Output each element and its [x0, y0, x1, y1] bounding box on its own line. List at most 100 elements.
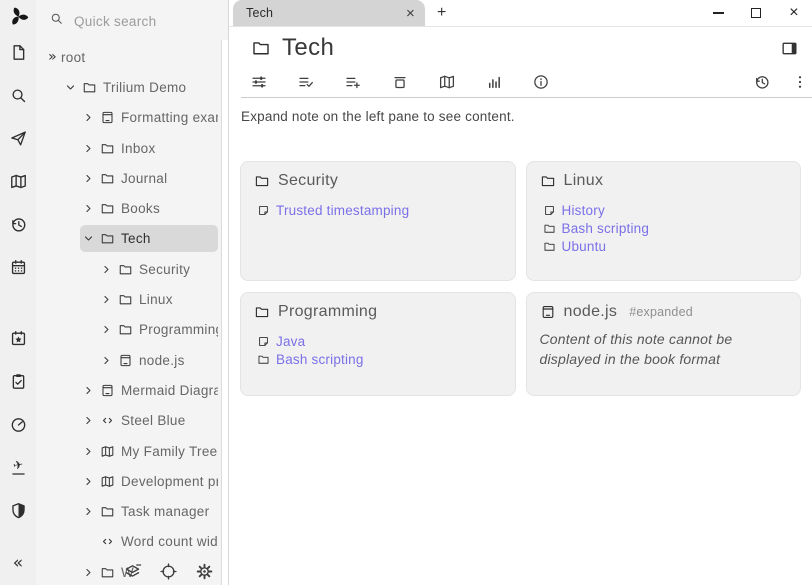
note-link-java[interactable]: Java [257, 334, 502, 349]
basic-properties-icon [250, 78, 268, 95]
maximize-button[interactable] [749, 6, 763, 20]
protected-session-button[interactable] [5, 500, 31, 526]
jump-to-note-button[interactable] [5, 128, 31, 154]
task-list-button[interactable] [5, 371, 31, 397]
similar-notes-button[interactable] [485, 73, 503, 91]
chevron-right-icon[interactable] [80, 473, 97, 490]
recent-changes-button[interactable] [5, 214, 31, 240]
tab-title: Tech [246, 6, 273, 20]
calendar-button[interactable] [5, 257, 31, 283]
trilium-logo[interactable] [5, 6, 31, 32]
note-revisions-button[interactable] [753, 73, 771, 91]
note-link-history[interactable]: History [543, 203, 788, 218]
chevron-right-icon[interactable] [80, 382, 97, 399]
tree-item-trilium-demo[interactable]: Trilium Demo [36, 72, 221, 102]
chevron-right-icon[interactable] [80, 170, 97, 187]
send-icon [9, 129, 28, 153]
note-map-button[interactable] [438, 73, 456, 91]
chevron-right-icon[interactable] [80, 412, 97, 429]
chevron-down-icon[interactable] [62, 79, 79, 96]
tree-item-word-count-widget[interactable]: Word count widget [36, 527, 221, 557]
inherited-attributes-button[interactable] [344, 73, 362, 91]
tree-item-linux[interactable]: Linux [36, 284, 221, 314]
quick-search-input[interactable] [74, 14, 202, 29]
chevron-right-icon[interactable] [98, 321, 115, 338]
card-title-link[interactable]: node.js [564, 303, 618, 321]
minimize-button[interactable] [711, 6, 725, 20]
folder-icon [543, 240, 556, 253]
right-pane-toggle-icon[interactable] [780, 39, 799, 58]
card-header: Linux [540, 172, 788, 190]
tab-close-icon[interactable]: × [406, 6, 415, 21]
today-journal-button[interactable] [5, 328, 31, 354]
code-icon [100, 413, 115, 428]
expanded-badge: #expanded [629, 305, 693, 319]
tree-item-formatting-examples[interactable]: Formatting examples [36, 103, 221, 133]
tree-item-task-manager[interactable]: Task manager [36, 496, 221, 526]
tree-item-node-js[interactable]: node.js [36, 345, 221, 375]
chevron-right-icon[interactable] [98, 352, 115, 369]
chevron-down-icon[interactable] [80, 230, 97, 247]
tab-tech[interactable]: Tech × [233, 0, 425, 26]
folder-icon [82, 80, 97, 95]
note-link-trusted-timestamping[interactable]: Trusted timestamping [257, 203, 502, 218]
tree-item-security[interactable]: Security [36, 254, 221, 284]
tree-item-my-family-tree[interactable]: My Family Tree [36, 436, 221, 466]
map-icon [9, 172, 28, 196]
folder-icon [543, 222, 556, 235]
chevron-right-icon[interactable] [80, 443, 97, 460]
collapse-sidebar-button[interactable]: « [5, 551, 31, 577]
note-info-button[interactable] [532, 73, 550, 91]
note-icon [257, 204, 270, 217]
chevron-right-icon[interactable] [98, 261, 115, 278]
card-header: Security [254, 172, 502, 190]
chevron-right-icon[interactable] [80, 140, 97, 157]
gear-icon [195, 568, 214, 585]
tree-item-books[interactable]: Books [36, 193, 221, 223]
tree-scrollbar[interactable] [221, 40, 228, 585]
tree-row-highlight: Formatting examples [80, 104, 218, 131]
basic-properties-button[interactable] [250, 73, 268, 91]
tree-item-programming[interactable]: Programming [36, 315, 221, 345]
tree-item-journal[interactable]: Journal [36, 163, 221, 193]
owned-attributes-button[interactable] [297, 73, 315, 91]
tree-item-inbox[interactable]: Inbox [36, 133, 221, 163]
chevron-right-icon[interactable] [80, 503, 97, 520]
scroll-to-active-note-button[interactable] [159, 562, 178, 581]
chevron-right-icon[interactable] [80, 564, 97, 581]
search-button[interactable] [5, 85, 31, 111]
note-link-bash-scripting[interactable]: Bash scripting [543, 221, 788, 236]
card-title-link[interactable]: Programming [278, 303, 377, 321]
new-note-button[interactable] [5, 42, 31, 68]
note-link-bash-scripting[interactable]: Bash scripting [257, 352, 502, 367]
card-title-link[interactable]: Security [278, 172, 338, 190]
new-tab-button[interactable]: + [437, 5, 447, 21]
book-properties-button[interactable] [391, 73, 409, 91]
chevron-right-icon[interactable] [80, 200, 97, 217]
tree-item-steel-blue[interactable]: Steel Blue [36, 406, 221, 436]
note-link-ubuntu[interactable]: Ubuntu [543, 239, 788, 254]
tree-item-tech[interactable]: Tech [36, 224, 221, 254]
tree-row-highlight: Programming [98, 316, 218, 343]
card-title-link[interactable]: Linux [564, 172, 604, 190]
close-button[interactable]: × [787, 6, 801, 20]
tree-settings-button[interactable] [195, 562, 214, 581]
folder-icon [251, 38, 271, 58]
note-map-button[interactable] [5, 171, 31, 197]
chevrons-right-icon[interactable]: » [44, 49, 61, 66]
chevron-right-icon[interactable] [98, 291, 115, 308]
tree-item-root[interactable]: »root [36, 42, 221, 72]
svg-text:✈: ✈ [12, 458, 24, 473]
more-options-button[interactable] [791, 73, 799, 91]
tree-item-label: Inbox [121, 141, 156, 156]
code-icon [100, 534, 115, 549]
travel-button[interactable]: ✈ [5, 457, 31, 483]
folder-icon [540, 173, 556, 189]
chevron-right-icon[interactable] [80, 109, 97, 126]
dashboard-button[interactable] [5, 414, 31, 440]
ribbon-divider [241, 97, 812, 98]
tree-item-development-process[interactable]: Development process [36, 466, 221, 496]
tree-item-mermaid-diagrams[interactable]: Mermaid Diagrams [36, 375, 221, 405]
page-title[interactable]: Tech [282, 34, 769, 62]
collapse-subtree-button[interactable] [123, 562, 142, 581]
